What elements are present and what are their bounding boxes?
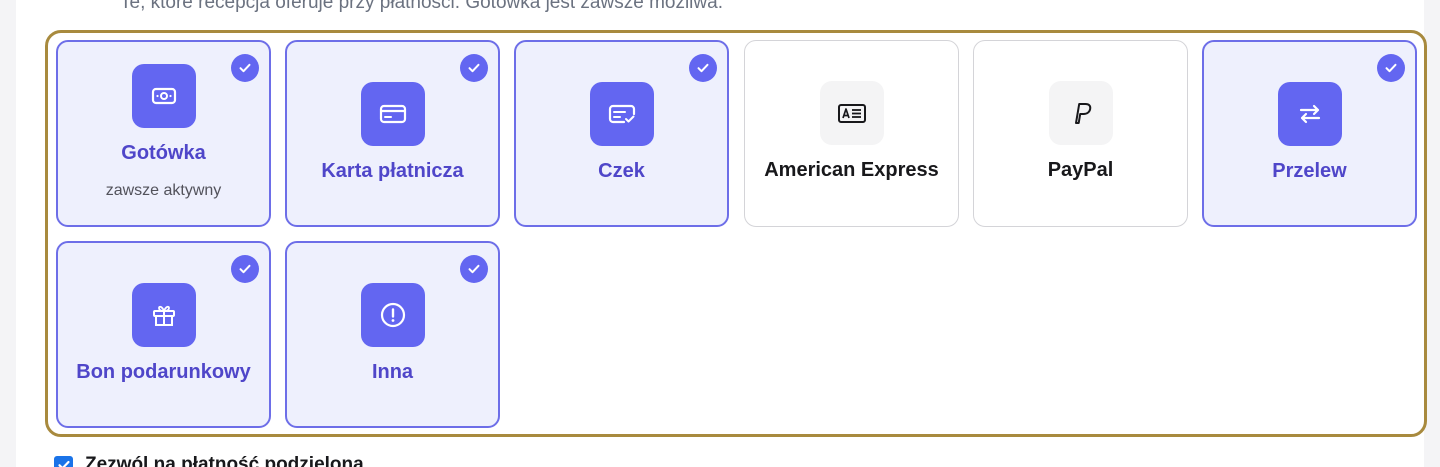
payment-tile-label: PayPal bbox=[1047, 159, 1114, 181]
payment-tile-bon-podarunkowy[interactable]: Bon podarunkowy bbox=[56, 241, 271, 428]
alert-circle-icon bbox=[360, 283, 425, 347]
payment-tile-czek[interactable]: Czek bbox=[514, 40, 729, 227]
payment-tile-label: Czek bbox=[598, 160, 645, 182]
payment-tile-label: Inna bbox=[371, 361, 414, 383]
check-badge-icon bbox=[231, 54, 259, 82]
payment-tile-karta-platnicza[interactable]: Karta płatnicza bbox=[285, 40, 500, 227]
split-payment-checkbox[interactable] bbox=[54, 455, 73, 467]
gift-icon bbox=[131, 283, 196, 347]
transfer-arrows-icon bbox=[1277, 82, 1342, 146]
payment-tile-label: Karta płatnicza bbox=[321, 160, 464, 182]
payment-tile-przelew[interactable]: Przelew bbox=[1202, 40, 1417, 227]
paypal-icon bbox=[1048, 81, 1113, 145]
split-payment-row: Zezwól na płatność podzieloną bbox=[54, 454, 364, 467]
check-badge-icon bbox=[231, 255, 259, 283]
payment-tile-inna[interactable]: Inna bbox=[285, 241, 500, 428]
id-card-icon bbox=[819, 81, 884, 145]
payment-tile-label: American Express bbox=[764, 159, 939, 181]
check-badge-icon bbox=[689, 54, 717, 82]
always-active-note: zawsze aktywny bbox=[105, 182, 222, 199]
check-payment-icon bbox=[589, 82, 654, 146]
payment-tile-paypal[interactable]: PayPal bbox=[973, 40, 1188, 227]
cash-icon bbox=[131, 64, 196, 128]
payment-methods-grid: Gotówka zawsze aktywny Karta płatnicza C… bbox=[45, 30, 1427, 437]
split-payment-label: Zezwól na płatność podzieloną bbox=[85, 454, 364, 467]
payment-tile-gotowka[interactable]: Gotówka zawsze aktywny bbox=[56, 40, 271, 227]
payment-methods-panel: Te, które recepcja oferuje przy płatnośc… bbox=[16, 0, 1427, 467]
credit-card-icon bbox=[360, 82, 425, 146]
payment-tile-label: Gotówka bbox=[121, 142, 206, 164]
payment-tile-label: Przelew bbox=[1272, 160, 1347, 182]
check-badge-icon bbox=[460, 255, 488, 283]
check-badge-icon bbox=[1377, 54, 1405, 82]
payment-tile-label: Bon podarunkowy bbox=[76, 361, 251, 383]
payment-tile-american-express[interactable]: American Express bbox=[744, 40, 959, 227]
hint-text: Te, które recepcja oferuje przy płatnośc… bbox=[120, 0, 723, 13]
check-badge-icon bbox=[460, 54, 488, 82]
